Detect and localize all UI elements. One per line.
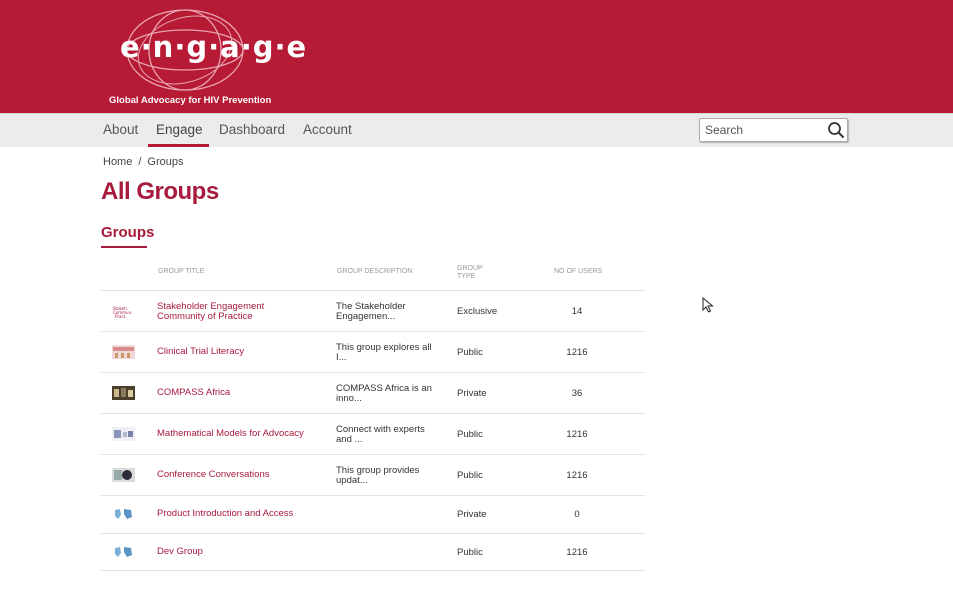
table-row[interactable]: Product Introduction and Access Private … <box>101 495 645 534</box>
header-group-type-line2: TYPE <box>457 273 476 280</box>
group-description-line2: and ... <box>336 434 363 445</box>
nav-dashboard[interactable]: Dashboard <box>219 122 285 137</box>
section-underline <box>101 246 147 248</box>
group-thumbnail-icon: Stakeh. Commun. Pract. <box>112 305 135 319</box>
group-title-link[interactable]: Conference Conversations <box>157 470 317 480</box>
group-title-line2: Community of Practice <box>157 311 253 322</box>
table-row[interactable]: Dev Group Public 1216 <box>101 533 645 571</box>
group-thumbnail-icon <box>112 427 135 441</box>
table-row[interactable]: Clinical Trial Literacy This group explo… <box>101 331 645 373</box>
group-title-link[interactable]: Clinical Trial Literacy <box>157 347 317 357</box>
group-title-link[interactable]: Dev Group <box>157 547 317 557</box>
group-description: The Stakeholder Engagemen... <box>336 302 438 322</box>
table-bottom-border <box>101 570 645 571</box>
group-thumbnail-icon <box>112 507 135 521</box>
table-row[interactable]: Conference Conversations This group prov… <box>101 454 645 496</box>
logo-text: e·n·g·a·g·e <box>120 30 308 64</box>
header-group-type-line1: GROUP <box>457 265 483 272</box>
nav-engage[interactable]: Engage <box>156 122 203 137</box>
nav-account[interactable]: Account <box>303 122 352 137</box>
group-description-line2: I... <box>336 352 347 363</box>
table-row[interactable]: COMPASS Africa COMPASS Africa is an inno… <box>101 372 645 414</box>
breadcrumb-home[interactable]: Home <box>103 156 132 168</box>
group-type: Public <box>457 347 483 358</box>
group-description: COMPASS Africa is an inno... <box>336 384 438 404</box>
tagline: Global Advocacy for HIV Prevention <box>109 95 272 106</box>
group-thumbnail-icon <box>112 468 135 482</box>
mouse-cursor-icon <box>702 297 714 313</box>
table-row[interactable]: Mathematical Models for Advocacy Connect… <box>101 413 645 455</box>
header-group-title: GROUP TITLE <box>158 268 205 275</box>
group-user-count: 1216 <box>566 470 588 481</box>
group-description: Connect with experts and ... <box>336 425 438 445</box>
group-title-link[interactable]: Product Introduction and Access <box>157 509 317 519</box>
group-user-count: 14 <box>571 306 583 317</box>
group-type: Private <box>457 509 487 520</box>
group-description-line1: This group explores all <box>336 342 432 353</box>
nav-about[interactable]: About <box>103 122 138 137</box>
breadcrumb: Home / Groups <box>103 156 183 168</box>
group-description: This group explores all I... <box>336 343 438 363</box>
group-title-link[interactable]: Stakeholder Engagement Community of Prac… <box>157 302 317 322</box>
group-thumbnail-icon <box>112 386 135 400</box>
group-type: Public <box>457 429 483 440</box>
search-input[interactable] <box>703 120 827 140</box>
header-group-description: GROUP DESCRIPTION <box>337 268 413 275</box>
group-type: Public <box>457 470 483 481</box>
group-title-link[interactable]: Mathematical Models for Advocacy <box>157 429 317 439</box>
search-icon[interactable] <box>827 121 845 139</box>
group-type: Public <box>457 547 483 558</box>
section-tab-groups[interactable]: Groups <box>101 224 154 241</box>
breadcrumb-separator: / <box>138 156 142 168</box>
header-group-type: GROUP TYPE <box>457 265 483 281</box>
group-user-count: 1216 <box>566 429 588 440</box>
group-type: Private <box>457 388 487 399</box>
search-box <box>699 118 848 142</box>
breadcrumb-current: Groups <box>147 156 184 168</box>
group-type: Exclusive <box>457 306 498 317</box>
group-title-link[interactable]: COMPASS Africa <box>157 388 317 398</box>
active-nav-indicator <box>148 144 209 147</box>
group-user-count: 36 <box>571 388 583 399</box>
engage-logo[interactable]: e·n·g·a·g·e <box>120 6 308 94</box>
group-thumbnail-icon <box>112 345 135 359</box>
group-user-count: 1216 <box>566 547 588 558</box>
group-user-count: 1216 <box>566 347 588 358</box>
group-description-line2: Engagemen... <box>336 311 396 322</box>
group-description-line2: inno... <box>336 393 362 404</box>
table-row[interactable]: Stakeh. Commun. Pract. Stakeholder Engag… <box>101 290 645 332</box>
group-thumbnail-icon <box>112 545 135 559</box>
header-no-of-users: NO OF USERS <box>554 268 603 275</box>
svg-text:Pract.: Pract. <box>115 314 126 319</box>
group-user-count: 0 <box>574 509 580 520</box>
header-banner: e·n·g·a·g·e Global Advocacy for HIV Prev… <box>0 0 953 113</box>
page-title: All Groups <box>101 178 219 205</box>
group-description: This group provides updat... <box>336 466 438 486</box>
group-description-line2: updat... <box>336 475 368 486</box>
